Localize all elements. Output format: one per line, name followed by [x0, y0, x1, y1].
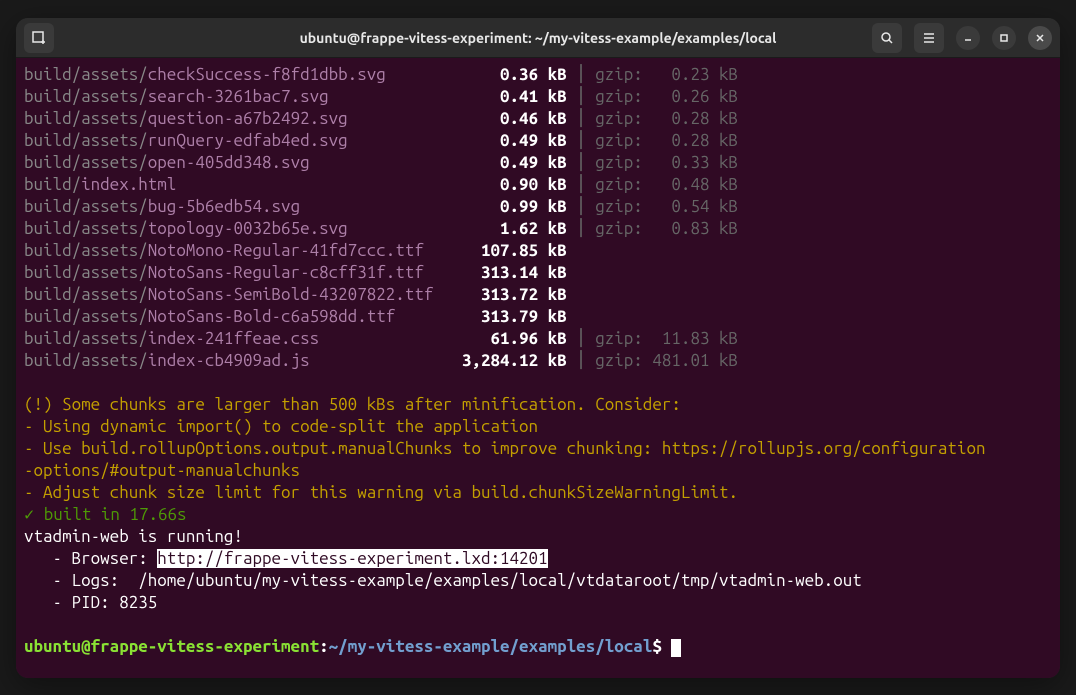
- warning-line: - Adjust chunk size limit for this warni…: [24, 482, 1052, 504]
- hamburger-menu-button[interactable]: [914, 23, 944, 53]
- build-path: build/assets/: [24, 351, 148, 370]
- build-path: build/assets/: [24, 307, 148, 326]
- build-path: build/assets/: [24, 153, 148, 172]
- minimize-button[interactable]: [956, 26, 980, 50]
- build-row: build/assets/NotoMono-Regular-41fd7ccc.t…: [24, 240, 1052, 262]
- running-line: vtadmin-web is running!: [24, 526, 1052, 548]
- build-file: search-3261bac7.svg: [148, 87, 329, 106]
- build-row: build/assets/checkSuccess-f8fd1dbb.svg 0…: [24, 64, 1052, 86]
- build-file: question-a67b2492.svg: [148, 109, 348, 128]
- build-row: build/assets/bug-5b6edb54.svg 0.99 kB │ …: [24, 196, 1052, 218]
- browser-url[interactable]: http://frappe-vitess-experiment.lxd:1420…: [157, 549, 547, 568]
- gzip-size: 0.23 kB: [652, 65, 738, 84]
- file-size: 0.41 kB: [462, 87, 567, 106]
- file-size: 61.96 kB: [462, 329, 567, 348]
- terminal-body[interactable]: build/assets/checkSuccess-f8fd1dbb.svg 0…: [16, 58, 1060, 678]
- build-path: build/assets/: [24, 197, 148, 216]
- build-path: build/assets/: [24, 285, 148, 304]
- browser-line: - Browser: http://frappe-vitess-experime…: [24, 548, 1052, 570]
- build-file: NotoSans-SemiBold-43207822.ttf: [148, 285, 434, 304]
- warning-line: (!) Some chunks are larger than 500 kBs …: [24, 394, 1052, 416]
- prompt-path: ~/my-vitess-example/examples/local: [329, 637, 653, 656]
- prompt-user: ubuntu@frappe-vitess-experiment: [24, 637, 319, 656]
- file-size: 0.49 kB: [462, 131, 567, 150]
- gzip-size: 0.83 kB: [652, 219, 738, 238]
- gzip-size: 0.33 kB: [652, 153, 738, 172]
- build-row: build/assets/NotoSans-Bold-c6a598dd.ttf …: [24, 306, 1052, 328]
- build-row: build/assets/runQuery-edfab4ed.svg 0.49 …: [24, 130, 1052, 152]
- titlebar: ubuntu@frappe-vitess-experiment: ~/my-vi…: [16, 18, 1060, 58]
- build-row: build/index.html 0.90 kB │ gzip: 0.48 kB: [24, 174, 1052, 196]
- gzip-size: 0.54 kB: [652, 197, 738, 216]
- build-row: build/assets/index-cb4909ad.js 3,284.12 …: [24, 350, 1052, 372]
- build-path: build/assets/: [24, 329, 148, 348]
- build-path: build/assets/: [24, 109, 148, 128]
- build-row: build/assets/search-3261bac7.svg 0.41 kB…: [24, 86, 1052, 108]
- build-row: build/assets/question-a67b2492.svg 0.46 …: [24, 108, 1052, 130]
- file-size: 107.85 kB: [462, 241, 567, 260]
- build-path: build/assets/: [24, 241, 148, 260]
- build-path: build/assets/: [24, 131, 148, 150]
- gzip-size: 0.26 kB: [652, 87, 738, 106]
- warning-line: - Using dynamic import() to code-split t…: [24, 416, 1052, 438]
- build-row: build/assets/index-241ffeae.css 61.96 kB…: [24, 328, 1052, 350]
- build-file: checkSuccess-f8fd1dbb.svg: [148, 65, 386, 84]
- gzip-size: 0.48 kB: [652, 175, 738, 194]
- build-path: build/assets/: [24, 263, 148, 282]
- build-file: bug-5b6edb54.svg: [148, 197, 300, 216]
- gzip-size: 481.01 kB: [652, 351, 738, 370]
- file-size: 0.49 kB: [462, 153, 567, 172]
- file-size: 313.14 kB: [462, 263, 567, 282]
- close-button[interactable]: [1028, 26, 1052, 50]
- build-file: runQuery-edfab4ed.svg: [148, 131, 348, 150]
- build-file: NotoMono-Regular-41fd7ccc.ttf: [148, 241, 424, 260]
- warning-line: -options/#output-manualchunks: [24, 460, 1052, 482]
- file-size: 313.72 kB: [462, 285, 567, 304]
- file-size: 0.46 kB: [462, 109, 567, 128]
- built-line: ✓ built in 17.66s: [24, 504, 1052, 526]
- new-tab-button[interactable]: [24, 23, 54, 53]
- file-size: 0.36 kB: [462, 65, 567, 84]
- build-file: NotoSans-Bold-c6a598dd.ttf: [148, 307, 396, 326]
- cursor: [671, 639, 681, 657]
- warning-line: - Use build.rollupOptions.output.manualC…: [24, 438, 1052, 460]
- gzip-size: 11.83 kB: [652, 329, 738, 348]
- build-file: index-cb4909ad.js: [148, 351, 310, 370]
- build-path: build/assets/: [24, 87, 148, 106]
- build-path: build/: [24, 175, 81, 194]
- window-title: ubuntu@frappe-vitess-experiment: ~/my-vi…: [300, 30, 777, 46]
- build-file: index-241ffeae.css: [148, 329, 319, 348]
- file-size: 313.79 kB: [462, 307, 567, 326]
- build-path: build/assets/: [24, 65, 148, 84]
- build-file: open-405dd348.svg: [148, 153, 310, 172]
- build-row: build/assets/open-405dd348.svg 0.49 kB │…: [24, 152, 1052, 174]
- build-row: build/assets/NotoSans-Regular-c8cff31f.t…: [24, 262, 1052, 284]
- file-size: 3,284.12 kB: [462, 351, 567, 370]
- file-size: 0.90 kB: [462, 175, 567, 194]
- terminal-window: ubuntu@frappe-vitess-experiment: ~/my-vi…: [16, 18, 1060, 678]
- build-file: index.html: [81, 175, 176, 194]
- file-size: 1.62 kB: [462, 219, 567, 238]
- maximize-button[interactable]: [992, 26, 1016, 50]
- build-file: NotoSans-Regular-c8cff31f.ttf: [148, 263, 424, 282]
- gzip-size: 0.28 kB: [652, 131, 738, 150]
- file-size: 0.99 kB: [462, 197, 567, 216]
- build-row: build/assets/NotoSans-SemiBold-43207822.…: [24, 284, 1052, 306]
- gzip-size: 0.28 kB: [652, 109, 738, 128]
- build-path: build/assets/: [24, 219, 148, 238]
- build-row: build/assets/topology-0032b65e.svg 1.62 …: [24, 218, 1052, 240]
- build-file: topology-0032b65e.svg: [148, 219, 348, 238]
- pid-line: - PID: 8235: [24, 592, 1052, 614]
- logs-line: - Logs: /home/ubuntu/my-vitess-example/e…: [24, 570, 1052, 592]
- search-button[interactable]: [872, 23, 902, 53]
- prompt-line[interactable]: ubuntu@frappe-vitess-experiment:~/my-vit…: [24, 636, 1052, 658]
